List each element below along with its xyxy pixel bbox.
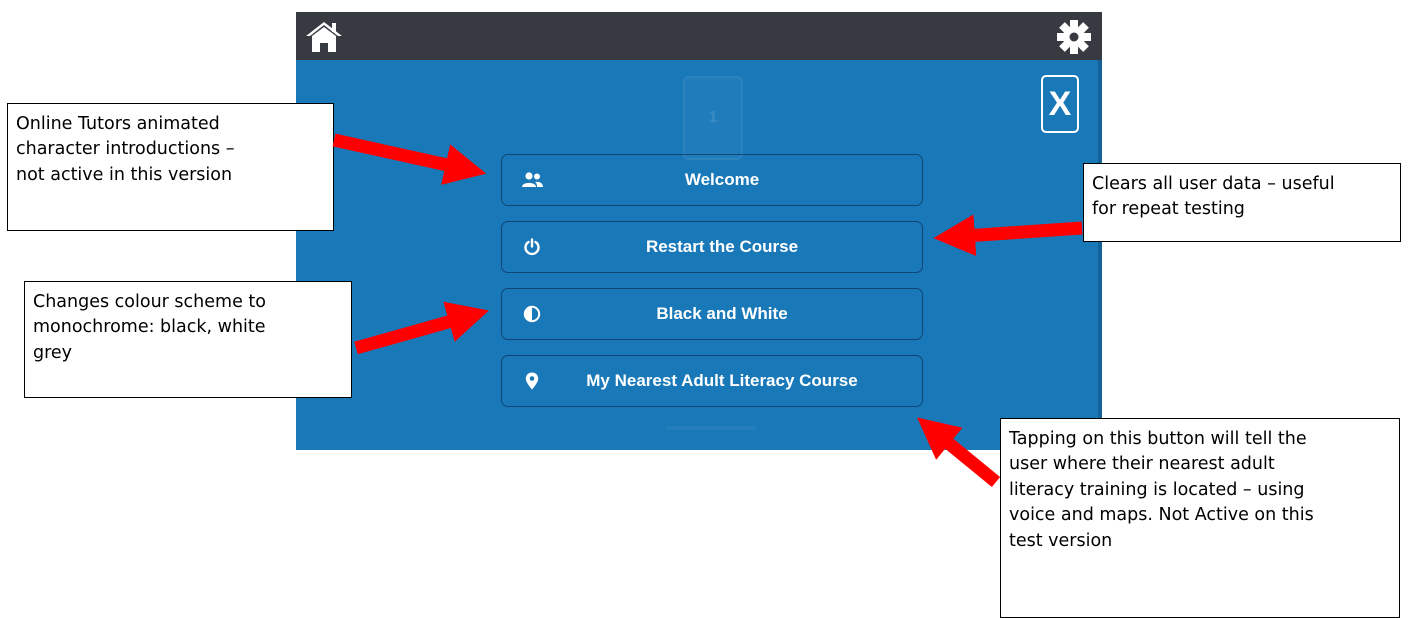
annotation-clear-data: Clears all user data – useful for repeat… (1083, 163, 1401, 242)
welcome-button[interactable]: Welcome (501, 154, 923, 206)
nearest-literacy-course-button[interactable]: My Nearest Adult Literacy Course (501, 355, 923, 407)
users-icon (522, 172, 543, 187)
background-divider (666, 426, 756, 430)
gear-icon[interactable] (1056, 19, 1092, 55)
close-button[interactable]: X (1041, 75, 1079, 133)
top-bar (296, 12, 1102, 60)
map-marker-icon (525, 372, 539, 390)
black-and-white-button-label: Black and White (656, 304, 788, 323)
app-window: 1 X Welcome Restart the Course Black and… (296, 12, 1102, 450)
power-icon (524, 238, 540, 256)
annotation-colour-scheme: Changes colour scheme to monochrome: bla… (24, 281, 352, 398)
home-icon[interactable] (304, 18, 344, 54)
contrast-icon (523, 305, 541, 323)
welcome-button-label: Welcome (684, 170, 760, 189)
black-and-white-button[interactable]: Black and White (501, 288, 923, 340)
restart-course-button[interactable]: Restart the Course (501, 221, 923, 273)
background-tile: 1 (683, 76, 743, 160)
annotation-online-tutors: Online Tutors animated character introdu… (7, 103, 334, 231)
annotation-nearest-course: Tapping on this button will tell the use… (1000, 418, 1400, 618)
nearest-literacy-course-button-label: My Nearest Adult Literacy Course (586, 371, 858, 390)
restart-course-button-label: Restart the Course (645, 237, 799, 256)
